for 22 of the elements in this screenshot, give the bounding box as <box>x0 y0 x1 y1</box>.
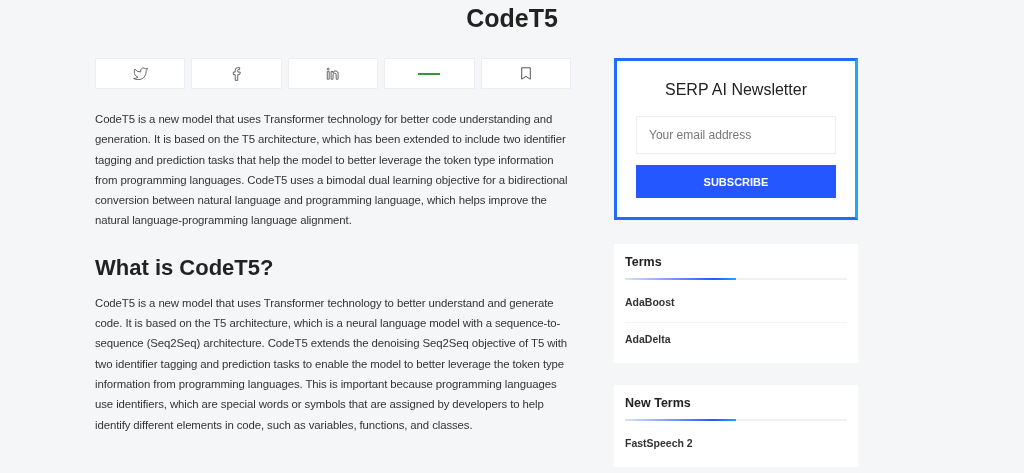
share-button[interactable] <box>287 58 379 89</box>
section-heading: What is CodeT5? <box>95 254 275 281</box>
section-paragraph: CodeT5 is a new model that uses Transformer technology to better understand and generate code. It is based on the T5 architecture, which is a neural language model with a sequence-to-sequence (Seq2Seq) architecture. CodeT5 extends the denoising Seq2Seq objective of T5 with two identifier tagging and prediction tasks to enable the model to better leverage the token type information from programming languages. This is important because programming languages use identifiers, which are special words or symbols that are assigned by developers to help identify different elements in code, such as variables, functions, and classes. <box>95 295 569 433</box>
intro-paragraph: CodeT5 is a new model that uses Transformer technology for better code understanding and generation. It is based on the T5 architecture, which has been extended to include two identifier tagging and prediction tasks that help the model to better leverage the token type information from programming languages. CodeT5 uses a bimodal dual learning objective for a bidirectional conversion between natural language and programming language, which helps improve the natural language-programming language alignment. <box>95 112 569 229</box>
facebook-icon <box>232 66 242 81</box>
linkedin-icon <box>326 67 340 80</box>
term-link[interactable]: AdaBoost <box>625 286 847 323</box>
email-field[interactable]: Your email address <box>636 116 836 154</box>
newsletter-title: SERP AI Newsletter <box>664 81 808 99</box>
share-button[interactable] <box>95 58 186 89</box>
twitter-icon <box>132 67 148 80</box>
bookmark-icon <box>520 67 531 80</box>
term-link[interactable]: AdaDelta <box>625 323 847 359</box>
line-icon <box>418 72 441 75</box>
widget-title: New Terms <box>625 396 692 410</box>
share-button[interactable] <box>480 58 572 89</box>
widget-title: Terms <box>625 255 663 269</box>
share-button[interactable] <box>384 58 475 89</box>
subscribe-button[interactable]: SUBSCRIBE <box>636 165 836 198</box>
page-title: CodeT5 <box>465 4 559 33</box>
share-button[interactable] <box>191 58 282 89</box>
term-link[interactable]: FastSpeech 2 <box>625 427 847 463</box>
